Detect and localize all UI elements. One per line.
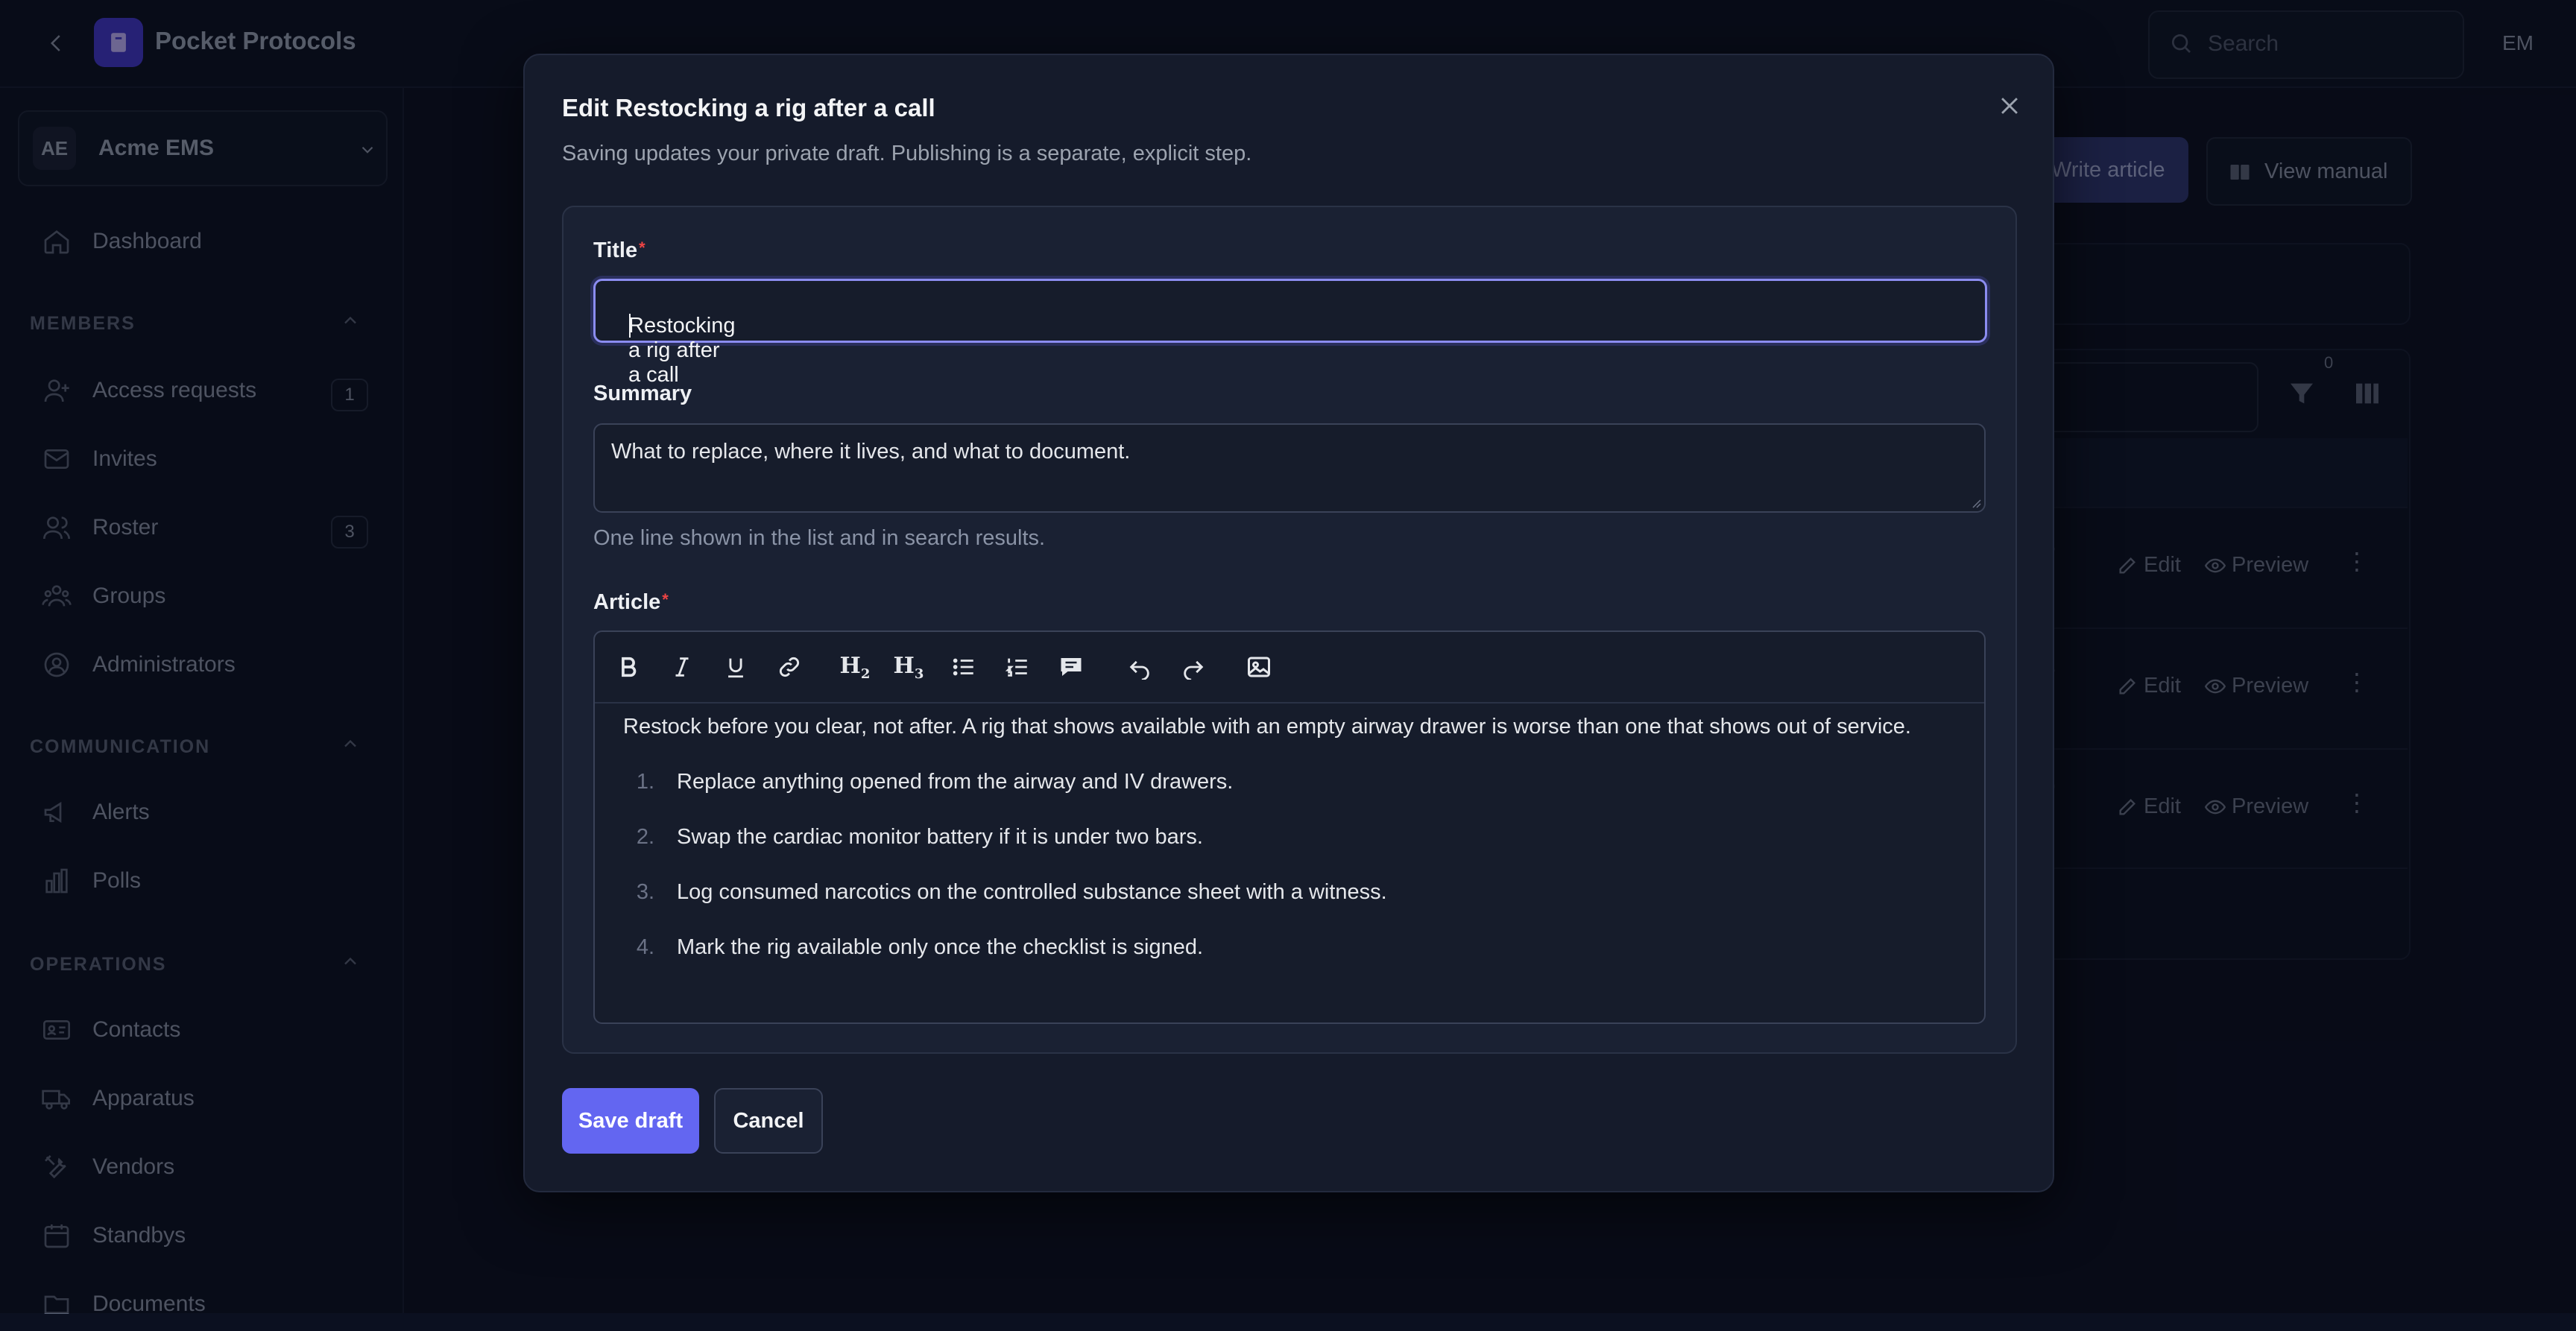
list-item-text: Replace anything opened from the airway … [677,770,1234,794]
underline-button[interactable] [717,648,754,686]
title-input[interactable]: Restocking a rig after a call [593,279,1987,387]
article-ordered-list: 1. Replace anything opened from the airwa… [623,754,1957,975]
list-item-text: Mark the rig available only once the che… [677,935,1204,959]
italic-icon [675,657,689,677]
list-number: 1. [636,770,654,794]
article-form: Title* Restocking a rig after a call Sum… [562,206,2017,1054]
list-item: 1. Replace anything opened from the airwa… [623,754,1957,809]
list-number: 2. [636,825,654,849]
title-label: Title* [593,238,645,263]
list-number: 4. [636,935,654,959]
editor-toolbar: H2 H3 [595,632,1984,704]
bullet-list-button[interactable] [945,648,982,686]
close-button[interactable] [1989,85,2030,127]
summary-textarea[interactable]: What to replace, where it lives, and wha… [593,423,1986,513]
save-draft-button[interactable]: Save draft [562,1088,699,1154]
list-number: 3. [636,880,654,904]
link-button[interactable] [771,648,808,686]
title-label-text: Title [593,238,638,262]
bullet-list-icon [953,658,973,676]
heading-3-icon: H3 [893,652,924,682]
summary-label: Summary [593,382,692,405]
undo-icon [1129,660,1149,680]
text-caret [629,314,631,338]
article-editor[interactable]: H2 H3 Restock before you clear, not afte… [593,630,1986,1024]
list-item-text: Log consumed narcotics on the controlled… [677,880,1387,904]
required-marker: * [639,238,645,257]
article-paragraph: Restock before you clear, not after. A r… [623,715,1911,739]
summary-help-text: One line shown in the list and in search… [593,526,1046,550]
list-item: 2. Swap the cardiac monitor battery if it… [623,809,1957,864]
heading-2-button[interactable]: H2 [836,648,874,686]
article-label: Article* [593,590,669,615]
ordered-list-icon [1005,658,1027,677]
cancel-button[interactable]: Cancel [714,1088,823,1154]
heading-3-button[interactable]: H3 [890,648,927,686]
redo-icon [1184,660,1204,680]
insert-image-button[interactable] [1240,648,1278,686]
title-input-text: Restocking a rig after a call [628,314,736,387]
resize-handle-icon[interactable] [1971,498,1981,508]
required-marker: * [662,590,669,609]
list-item: 3. Log consumed narcotics on the controll… [623,864,1957,920]
list-item-text: Swap the cardiac monitor battery if it i… [677,825,1203,849]
article-label-text: Article [593,590,661,614]
image-icon [1248,657,1270,677]
close-icon [2001,98,2018,114]
italic-button[interactable] [663,648,701,686]
app-root: Pocket Protocols Search EM AE Acme EMS D… [0,0,2576,1316]
undo-button[interactable] [1121,648,1158,686]
modal-subtitle: Saving updates your private draft. Publi… [562,142,1252,165]
modal-title: Edit Restocking a rig after a call [562,94,935,121]
underline-icon [728,658,743,678]
edit-article-modal: Edit Restocking a rig after a call Savin… [523,54,2054,1192]
summary-textarea-value: What to replace, where it lives, and wha… [611,440,1131,464]
list-item: 4. Mark the rig available only once the c… [623,920,1957,975]
bold-button[interactable] [610,648,647,686]
ordered-list-button[interactable] [999,648,1036,686]
redo-button[interactable] [1175,648,1212,686]
link-icon [779,657,800,677]
speech-bubble-icon [1061,658,1082,676]
editor-content[interactable]: Restock before you clear, not after. A r… [623,711,1957,975]
heading-2-icon: H2 [839,652,871,682]
bold-icon [622,657,637,677]
callout-button[interactable] [1052,648,1090,686]
